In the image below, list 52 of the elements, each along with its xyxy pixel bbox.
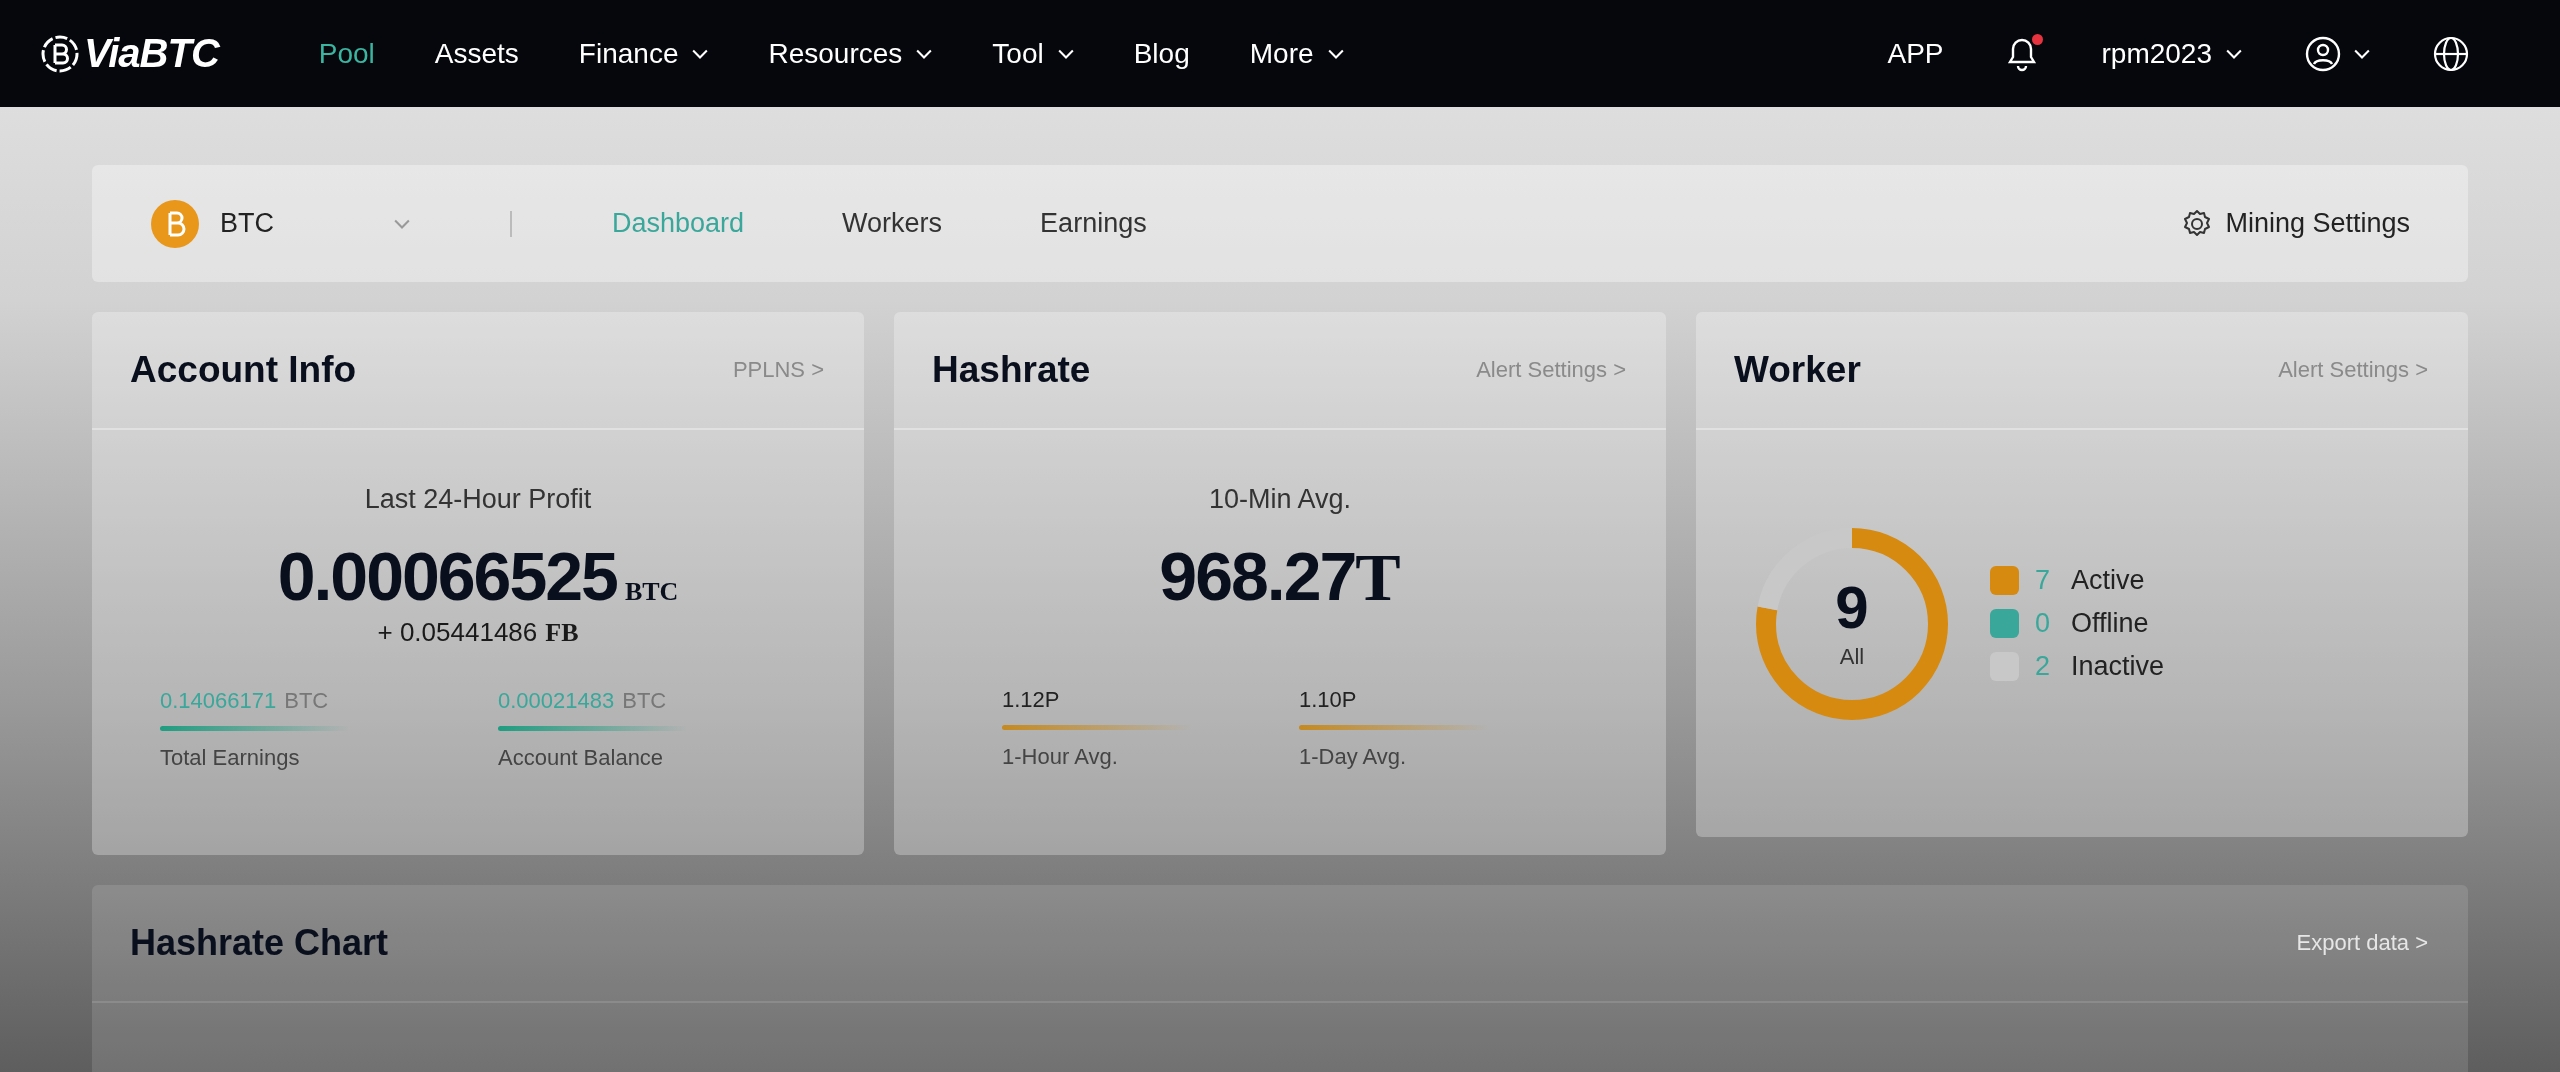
notification-bell-icon[interactable]: [2005, 35, 2040, 72]
caption: Last 24-Hour Profit: [364, 484, 592, 515]
stat-label: Account Balance: [498, 745, 664, 771]
total-label: All: [1839, 643, 1865, 670]
card-title: Account Info: [130, 349, 357, 391]
nav-link[interactable]: Resources: [768, 37, 933, 70]
nav-link[interactable]: More: [1249, 37, 1344, 70]
card-title: Hashrate Chart: [130, 922, 389, 964]
legend-label: Active: [2071, 565, 2145, 596]
coin-selector[interactable]: BTC: [150, 198, 410, 249]
nav-link[interactable]: Blog: [1133, 37, 1190, 70]
logo-icon: [40, 33, 80, 74]
nav-link[interactable]: Pool: [318, 37, 375, 70]
unit-label: BTC: [624, 577, 679, 607]
unit-label: BTC: [284, 688, 329, 714]
legend-label: Inactive: [2071, 651, 2165, 682]
app-link[interactable]: APP: [1887, 37, 1944, 70]
username-menu[interactable]: rpm2023: [2101, 37, 2242, 70]
nav-link[interactable]: Finance: [578, 37, 709, 70]
worker-count: 2: [2035, 651, 2052, 682]
stat-value: 1.12P: [1002, 687, 1060, 713]
caret-icon: [394, 218, 410, 229]
caption: 10-Min Avg.: [1208, 484, 1352, 515]
stat-value: 0.14066171: [160, 688, 277, 714]
tab[interactable]: Workers: [842, 208, 943, 239]
unit-label: T: [1355, 538, 1401, 617]
worker-count: 7: [2035, 565, 2052, 596]
stat-label: 1-Day Avg.: [1299, 744, 1407, 770]
stat-value: 1.10P: [1299, 687, 1357, 713]
stat-label: Total Earnings: [160, 745, 300, 771]
worker-total: 9: [1835, 577, 1869, 638]
caret-icon: [2354, 48, 2370, 59]
stat-label: 1-Hour Avg.: [1002, 744, 1118, 770]
unit-label: FB: [545, 618, 579, 648]
profit-value: 0.00066525: [277, 537, 617, 615]
card-title: Hashrate: [932, 349, 1091, 391]
user-icon[interactable]: [2304, 34, 2342, 73]
nav-link[interactable]: Tool: [992, 37, 1074, 70]
tab[interactable]: Earnings: [1040, 208, 1147, 239]
caret-icon: [2226, 48, 2242, 59]
stat-value: 0.00021483: [498, 688, 615, 714]
extra-profit-value: + 0.05441486: [377, 617, 538, 648]
hashrate-value: 968.27: [1159, 537, 1356, 615]
globe-icon[interactable]: [2432, 34, 2470, 73]
worker-count: 0: [2035, 608, 2052, 639]
unit-label: BTC: [622, 688, 667, 714]
card-title: Worker: [1734, 349, 1861, 391]
legend-label: Offline: [2071, 608, 2149, 639]
mining-settings-button[interactable]: Mining Settings: [2181, 207, 2410, 240]
coin-icon: [150, 198, 200, 249]
nav-link[interactable]: Assets: [434, 37, 519, 70]
logo-text[interactable]: ViaBTC: [84, 31, 219, 76]
